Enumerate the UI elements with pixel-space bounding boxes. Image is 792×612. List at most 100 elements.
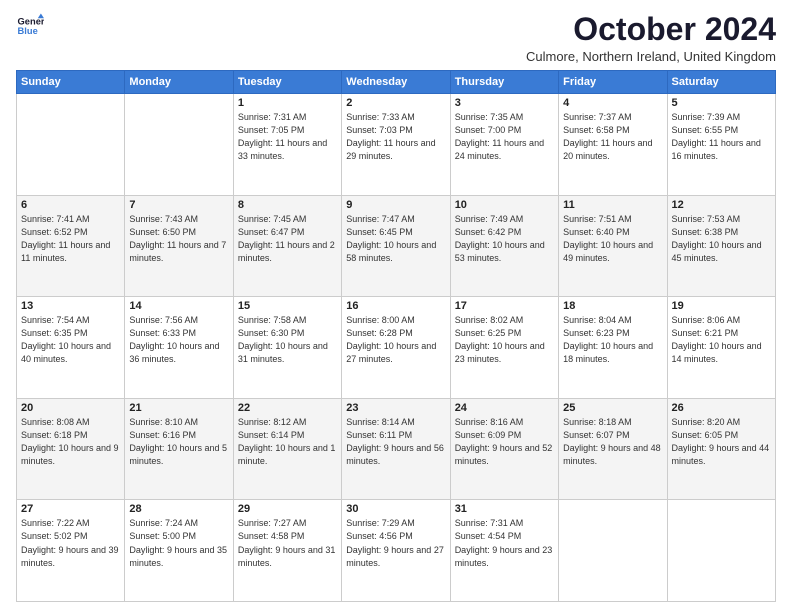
day-info: Sunrise: 7:41 AM Sunset: 6:52 PM Dayligh… <box>21 213 120 265</box>
day-info: Sunrise: 7:58 AM Sunset: 6:30 PM Dayligh… <box>238 314 337 366</box>
calendar-cell <box>559 500 667 602</box>
calendar-cell: 4 Sunrise: 7:37 AM Sunset: 6:58 PM Daylig… <box>559 94 667 196</box>
day-number: 27 <box>21 503 120 515</box>
day-number: 8 <box>238 199 337 211</box>
calendar-cell: 18 Sunrise: 8:04 AM Sunset: 6:23 PM Dayli… <box>559 297 667 399</box>
day-number: 9 <box>346 199 445 211</box>
day-number: 7 <box>129 199 228 211</box>
day-info: Sunrise: 7:43 AM Sunset: 6:50 PM Dayligh… <box>129 213 228 265</box>
calendar-cell: 31 Sunrise: 7:31 AM Sunset: 4:54 PM Dayli… <box>450 500 558 602</box>
calendar-cell: 17 Sunrise: 8:02 AM Sunset: 6:25 PM Dayli… <box>450 297 558 399</box>
calendar-cell: 11 Sunrise: 7:51 AM Sunset: 6:40 PM Dayli… <box>559 195 667 297</box>
day-number: 3 <box>455 97 554 109</box>
day-number: 12 <box>672 199 771 211</box>
day-number: 2 <box>346 97 445 109</box>
day-info: Sunrise: 7:54 AM Sunset: 6:35 PM Dayligh… <box>21 314 120 366</box>
day-number: 4 <box>563 97 662 109</box>
logo-icon: General Blue <box>16 12 44 40</box>
day-info: Sunrise: 7:49 AM Sunset: 6:42 PM Dayligh… <box>455 213 554 265</box>
col-friday: Friday <box>559 71 667 94</box>
calendar-cell: 13 Sunrise: 7:54 AM Sunset: 6:35 PM Dayli… <box>17 297 125 399</box>
calendar-cell: 22 Sunrise: 8:12 AM Sunset: 6:14 PM Dayli… <box>233 398 341 500</box>
day-number: 26 <box>672 402 771 414</box>
day-number: 30 <box>346 503 445 515</box>
day-number: 24 <box>455 402 554 414</box>
day-info: Sunrise: 7:45 AM Sunset: 6:47 PM Dayligh… <box>238 213 337 265</box>
day-info: Sunrise: 8:14 AM Sunset: 6:11 PM Dayligh… <box>346 416 445 468</box>
calendar-cell: 1Sunrise: 7:31 AM Sunset: 7:05 PM Daylig… <box>233 94 341 196</box>
calendar-cell: 12 Sunrise: 7:53 AM Sunset: 6:38 PM Dayli… <box>667 195 775 297</box>
day-info: Sunrise: 7:56 AM Sunset: 6:33 PM Dayligh… <box>129 314 228 366</box>
calendar-cell: 23Sunrise: 8:14 AM Sunset: 6:11 PM Dayli… <box>342 398 450 500</box>
day-number: 6 <box>21 199 120 211</box>
calendar-cell: 30 Sunrise: 7:29 AM Sunset: 4:56 PM Dayli… <box>342 500 450 602</box>
calendar-week-4: 20 Sunrise: 8:08 AM Sunset: 6:18 PM Dayli… <box>17 398 776 500</box>
calendar-cell: 24 Sunrise: 8:16 AM Sunset: 6:09 PM Dayli… <box>450 398 558 500</box>
day-info: Sunrise: 7:27 AM Sunset: 4:58 PM Dayligh… <box>238 517 337 569</box>
day-number: 11 <box>563 199 662 211</box>
day-info: Sunrise: 7:37 AM Sunset: 6:58 PM Dayligh… <box>563 111 662 163</box>
day-info: Sunrise: 7:24 AM Sunset: 5:00 PM Dayligh… <box>129 517 228 569</box>
page: General Blue October 2024 Culmore, North… <box>0 0 792 612</box>
calendar-header-row: Sunday Monday Tuesday Wednesday Thursday… <box>17 71 776 94</box>
day-number: 21 <box>129 402 228 414</box>
calendar-week-3: 13 Sunrise: 7:54 AM Sunset: 6:35 PM Dayli… <box>17 297 776 399</box>
calendar-cell: 20 Sunrise: 8:08 AM Sunset: 6:18 PM Dayli… <box>17 398 125 500</box>
day-info: Sunrise: 7:51 AM Sunset: 6:40 PM Dayligh… <box>563 213 662 265</box>
day-number: 22 <box>238 402 337 414</box>
subtitle: Culmore, Northern Ireland, United Kingdo… <box>526 49 776 64</box>
calendar-cell: 10 Sunrise: 7:49 AM Sunset: 6:42 PM Dayli… <box>450 195 558 297</box>
calendar-cell: 15 Sunrise: 7:58 AM Sunset: 6:30 PM Dayli… <box>233 297 341 399</box>
day-number: 25 <box>563 402 662 414</box>
day-info: Sunrise: 7:31 AM Sunset: 7:05 PM Dayligh… <box>238 111 337 163</box>
calendar-cell: 21Sunrise: 8:10 AM Sunset: 6:16 PM Dayli… <box>125 398 233 500</box>
day-info: Sunrise: 8:04 AM Sunset: 6:23 PM Dayligh… <box>563 314 662 366</box>
day-number: 13 <box>21 300 120 312</box>
calendar-cell: 29 Sunrise: 7:27 AM Sunset: 4:58 PM Dayli… <box>233 500 341 602</box>
day-number: 29 <box>238 503 337 515</box>
col-sunday: Sunday <box>17 71 125 94</box>
month-title: October 2024 <box>526 12 776 47</box>
day-number: 18 <box>563 300 662 312</box>
day-info: Sunrise: 7:31 AM Sunset: 4:54 PM Dayligh… <box>455 517 554 569</box>
day-info: Sunrise: 7:53 AM Sunset: 6:38 PM Dayligh… <box>672 213 771 265</box>
calendar-cell <box>17 94 125 196</box>
day-info: Sunrise: 7:39 AM Sunset: 6:55 PM Dayligh… <box>672 111 771 163</box>
calendar-cell: 9Sunrise: 7:47 AM Sunset: 6:45 PM Daylig… <box>342 195 450 297</box>
calendar-week-5: 27Sunrise: 7:22 AM Sunset: 5:02 PM Dayli… <box>17 500 776 602</box>
day-info: Sunrise: 7:33 AM Sunset: 7:03 PM Dayligh… <box>346 111 445 163</box>
col-monday: Monday <box>125 71 233 94</box>
day-number: 15 <box>238 300 337 312</box>
day-info: Sunrise: 8:12 AM Sunset: 6:14 PM Dayligh… <box>238 416 337 468</box>
day-info: Sunrise: 8:02 AM Sunset: 6:25 PM Dayligh… <box>455 314 554 366</box>
col-tuesday: Tuesday <box>233 71 341 94</box>
day-number: 5 <box>672 97 771 109</box>
day-number: 17 <box>455 300 554 312</box>
day-info: Sunrise: 7:29 AM Sunset: 4:56 PM Dayligh… <box>346 517 445 569</box>
calendar-cell: 14Sunrise: 7:56 AM Sunset: 6:33 PM Dayli… <box>125 297 233 399</box>
day-info: Sunrise: 8:16 AM Sunset: 6:09 PM Dayligh… <box>455 416 554 468</box>
calendar-cell: 2 Sunrise: 7:33 AM Sunset: 7:03 PM Daylig… <box>342 94 450 196</box>
day-info: Sunrise: 8:06 AM Sunset: 6:21 PM Dayligh… <box>672 314 771 366</box>
day-info: Sunrise: 8:20 AM Sunset: 6:05 PM Dayligh… <box>672 416 771 468</box>
calendar-table: Sunday Monday Tuesday Wednesday Thursday… <box>16 70 776 602</box>
calendar-cell: 5 Sunrise: 7:39 AM Sunset: 6:55 PM Daylig… <box>667 94 775 196</box>
day-number: 31 <box>455 503 554 515</box>
calendar-cell: 19 Sunrise: 8:06 AM Sunset: 6:21 PM Dayli… <box>667 297 775 399</box>
day-number: 19 <box>672 300 771 312</box>
day-info: Sunrise: 8:08 AM Sunset: 6:18 PM Dayligh… <box>21 416 120 468</box>
logo: General Blue <box>16 12 44 40</box>
title-block: October 2024 Culmore, Northern Ireland, … <box>526 12 776 64</box>
calendar-week-1: 1Sunrise: 7:31 AM Sunset: 7:05 PM Daylig… <box>17 94 776 196</box>
day-info: Sunrise: 7:35 AM Sunset: 7:00 PM Dayligh… <box>455 111 554 163</box>
col-thursday: Thursday <box>450 71 558 94</box>
header: General Blue October 2024 Culmore, North… <box>16 12 776 64</box>
day-info: Sunrise: 8:18 AM Sunset: 6:07 PM Dayligh… <box>563 416 662 468</box>
day-number: 16 <box>346 300 445 312</box>
day-number: 20 <box>21 402 120 414</box>
calendar-cell: 27Sunrise: 7:22 AM Sunset: 5:02 PM Dayli… <box>17 500 125 602</box>
day-number: 10 <box>455 199 554 211</box>
calendar-cell: 8 Sunrise: 7:45 AM Sunset: 6:47 PM Daylig… <box>233 195 341 297</box>
day-info: Sunrise: 8:00 AM Sunset: 6:28 PM Dayligh… <box>346 314 445 366</box>
calendar-cell: 3 Sunrise: 7:35 AM Sunset: 7:00 PM Daylig… <box>450 94 558 196</box>
